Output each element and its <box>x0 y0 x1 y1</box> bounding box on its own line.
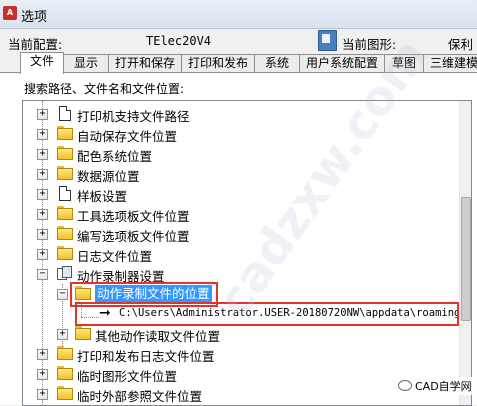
tree-item-label: 打印和发布日志文件位置 <box>77 349 215 364</box>
expand-icon[interactable]: + <box>37 109 48 120</box>
tree-item-label: 工具选项板文件位置 <box>77 209 190 224</box>
tree-item-log-file-location[interactable]: + 日志文件位置 <box>23 245 459 264</box>
tree-item-label: 自动保存文件位置 <box>77 129 178 144</box>
tab-user-preferences[interactable]: 用户系统配置 <box>299 54 385 72</box>
tree-item-label: 临时图形文件位置 <box>77 369 178 384</box>
tree-scrollbar[interactable] <box>459 101 471 405</box>
tree-item-template-settings[interactable]: + 样板设置 <box>23 185 459 204</box>
tab-files[interactable]: 文件 <box>20 52 64 74</box>
expand-icon[interactable]: + <box>37 129 48 140</box>
wechat-logo-icon <box>398 380 412 391</box>
folder-icon <box>57 166 74 180</box>
drawing-icon <box>318 30 337 51</box>
current-drawing-label: 当前图形: <box>342 37 397 52</box>
tree-item-authoring-palette-location[interactable]: + 编写选项板文件位置 <box>23 225 459 244</box>
folder-icon <box>57 246 74 260</box>
scrollbar-thumb[interactable] <box>461 197 471 321</box>
window-title: 选项 <box>21 10 48 25</box>
tree-item-label: 临时外部参照文件位置 <box>77 389 203 404</box>
tab-open-and-save[interactable]: 打开和保存 <box>108 54 182 72</box>
document-icon <box>59 186 71 201</box>
expand-icon[interactable]: + <box>57 329 68 340</box>
folder-icon <box>57 386 74 400</box>
tree-item-additional-action-read-locations[interactable]: + 其他动作读取文件位置 <box>23 325 459 344</box>
expand-icon[interactable]: + <box>37 209 48 220</box>
watermark-badge: CAD自学网 <box>394 377 476 395</box>
current-profile-label: 当前配置: <box>8 37 63 52</box>
autocad-app-icon: A <box>3 6 17 20</box>
expand-icon[interactable]: + <box>37 389 48 400</box>
folder-icon <box>75 326 92 340</box>
expand-icon[interactable]: + <box>37 149 48 160</box>
folder-icon <box>57 366 74 380</box>
tree-item-data-sources-location[interactable]: + 数据源位置 <box>23 165 459 184</box>
collapse-icon[interactable]: − <box>37 269 48 280</box>
tab-3d-modeling[interactable]: 三维建模 <box>423 54 477 72</box>
tree-item-autosave-location[interactable]: + 自动保存文件位置 <box>23 125 459 144</box>
title-bar[interactable]: A 选项 <box>0 0 477 29</box>
search-paths-label: 搜索路径、文件名和文件位置: <box>24 82 185 96</box>
folder-icon <box>57 346 74 360</box>
tab-drafting[interactable]: 草图 <box>384 54 424 72</box>
tab-display[interactable]: 显示 <box>63 54 109 72</box>
tree-item-tool-palettes-location[interactable]: + 工具选项板文件位置 <box>23 205 459 224</box>
expand-icon[interactable]: + <box>37 249 48 260</box>
tree-item-plot-publish-log-location[interactable]: + 打印和发布日志文件位置 <box>23 345 459 364</box>
folder-icon <box>57 126 74 140</box>
document-icon <box>59 106 71 121</box>
watermark-badge-text: CAD自学网 <box>415 380 472 393</box>
tree-item-label: 打印机支持文件路径 <box>77 109 190 124</box>
current-profile-value: TElec20V4 <box>146 34 212 48</box>
options-tabs: 文件 显示 打开和保存 打印和发布 系统 用户系统配置 草图 三维建模 <box>0 52 477 74</box>
folder-icon <box>57 206 74 220</box>
tree-item-printer-support-path[interactable]: + 打印机支持文件路径 <box>23 105 459 124</box>
expand-icon[interactable]: + <box>37 369 48 380</box>
tree-item-label: 配色系统位置 <box>77 149 153 164</box>
expand-icon[interactable]: + <box>37 349 48 360</box>
tree-item-label: 样板设置 <box>77 189 128 204</box>
tree-item-color-book-locations[interactable]: + 配色系统位置 <box>23 145 459 164</box>
file-paths-tree[interactable]: + 打印机支持文件路径 + 自动保存文件位置 + 配色系统位置 + 数据源位置 … <box>22 100 472 406</box>
expand-icon[interactable]: + <box>37 169 48 180</box>
expand-icon[interactable]: + <box>37 189 48 200</box>
tree-item-label: 编写选项板文件位置 <box>77 229 190 244</box>
tab-system[interactable]: 系统 <box>254 54 300 72</box>
collapse-icon[interactable]: − <box>57 289 68 300</box>
tree-item-label: 数据源位置 <box>77 169 140 184</box>
tree-item-label: 日志文件位置 <box>77 249 153 264</box>
tree-item-label: 其他动作读取文件位置 <box>95 329 221 344</box>
tab-plot-and-publish[interactable]: 打印和发布 <box>181 54 255 72</box>
highlight-box-path <box>75 302 459 326</box>
folder-icon <box>57 146 74 160</box>
folder-icon <box>57 226 74 240</box>
expand-icon[interactable]: + <box>37 229 48 240</box>
action-recorder-icon <box>57 266 72 281</box>
